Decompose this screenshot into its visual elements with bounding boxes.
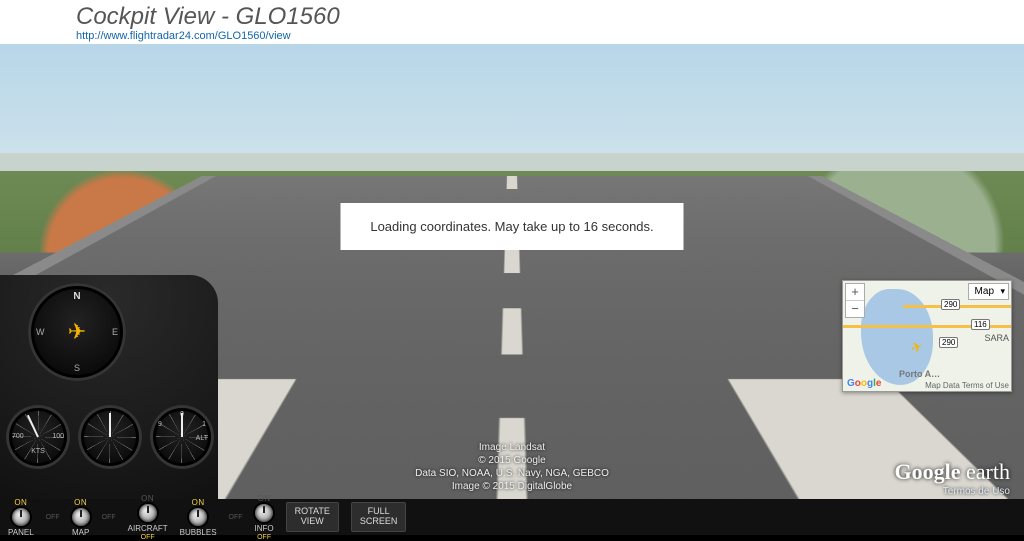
gauge-needle	[109, 413, 111, 437]
compass-n: N	[73, 291, 80, 302]
header-bar: Cockpit View - GLO1560 http://www.flight…	[0, 0, 1024, 44]
toggle-state: ON	[258, 494, 271, 503]
control-bar: ON PANEL OFF ON MAP OFF ON AIRCRAFT OFF …	[0, 499, 1024, 535]
knob-icon	[255, 504, 273, 522]
full-screen-button[interactable]: FULL SCREEN	[351, 502, 407, 532]
toggle-info[interactable]: ON INFO OFF	[255, 494, 274, 541]
toggle-label: PANEL	[8, 528, 34, 537]
cockpit-panel: N S E W ✈ 700 100 KTS 0 9 1 ALT	[0, 275, 218, 499]
gauge-tick-label: 700	[12, 433, 24, 440]
route-badge: 116	[971, 319, 990, 330]
toggle-state: ON	[141, 494, 154, 503]
route-badge: 290	[941, 299, 960, 310]
credit-line: Data SIO, NOAA, U.S. Navy, NGA, GEBCO	[415, 467, 609, 480]
zoom-in-button[interactable]: +	[846, 284, 864, 300]
compass-gauge: N S E W ✈	[28, 283, 126, 381]
google-logo: Google	[847, 378, 881, 389]
knob-icon	[72, 508, 90, 526]
credit-line: © 2015 Google	[415, 454, 609, 467]
toggle-map[interactable]: ON MAP	[72, 498, 90, 537]
off-label: OFF	[102, 514, 116, 521]
loading-toast: Loading coordinates. May take up to 16 s…	[340, 203, 683, 250]
zoom-out-button[interactable]: −	[846, 300, 864, 317]
map-type-dropdown[interactable]: Map	[968, 283, 1009, 300]
terms-link[interactable]: Termos de Uso	[943, 486, 1010, 497]
plane-icon: ✈	[68, 319, 86, 345]
off-label: OFF	[46, 514, 60, 521]
knob-icon	[189, 508, 207, 526]
gauge-unit: ALT	[196, 435, 208, 442]
toggle-panel[interactable]: ON PANEL	[8, 498, 34, 537]
attitude-gauge	[78, 405, 142, 469]
toggle-label: MAP	[72, 528, 89, 537]
gauge-tick-label: 9	[158, 421, 162, 428]
airspeed-gauge: 700 100 KTS	[6, 405, 70, 469]
page-title: Cockpit View - GLO1560	[76, 4, 1018, 30]
toggle-state: ON	[192, 498, 205, 507]
compass-e: E	[112, 327, 118, 337]
rotate-view-button[interactable]: ROTATE VIEW	[286, 502, 339, 532]
minimap-label: SARA	[984, 333, 1009, 343]
gauge-tick-label: 100	[52, 433, 64, 440]
minimap-zoom: + −	[845, 283, 865, 318]
off-label: OFF	[229, 514, 243, 521]
mini-map[interactable]: 290 116 290 SARA Porto A… ✈ + − Map Goog…	[842, 280, 1012, 392]
credit-line: Image © 2015 DigitalGlobe	[415, 480, 609, 493]
minimap-footer[interactable]: Map Data Terms of Use	[925, 381, 1009, 390]
knob-icon	[139, 504, 157, 522]
google-word: Google	[895, 459, 961, 484]
imagery-credits: Image Landsat © 2015 Google Data SIO, NO…	[415, 441, 609, 493]
toggle-label: BUBBLES	[180, 528, 217, 537]
gauge-unit: KTS	[31, 448, 45, 455]
route-badge: 290	[939, 337, 958, 348]
compass-s: S	[74, 363, 80, 373]
minimap-city: Porto A…	[899, 369, 940, 379]
google-earth-logo: Google earth	[895, 459, 1010, 485]
toggle-bubbles[interactable]: ON BUBBLES	[180, 498, 217, 537]
toggle-label: INFO	[255, 524, 274, 533]
earth-word: earth	[966, 459, 1010, 484]
toggle-state: ON	[74, 498, 87, 507]
toggle-state: ON	[14, 498, 27, 507]
credit-line: Image Landsat	[415, 441, 609, 454]
gauge-needle	[181, 413, 183, 437]
compass-w: W	[36, 327, 45, 337]
toggle-aircraft[interactable]: ON AIRCRAFT OFF	[128, 494, 168, 541]
page-url[interactable]: http://www.flightradar24.com/GLO1560/vie…	[76, 30, 1018, 42]
altimeter-gauge: 0 9 1 ALT	[150, 405, 214, 469]
knob-icon	[12, 508, 30, 526]
gauge-tick-label: 1	[202, 421, 206, 428]
toggle-label: AIRCRAFT	[128, 524, 168, 533]
